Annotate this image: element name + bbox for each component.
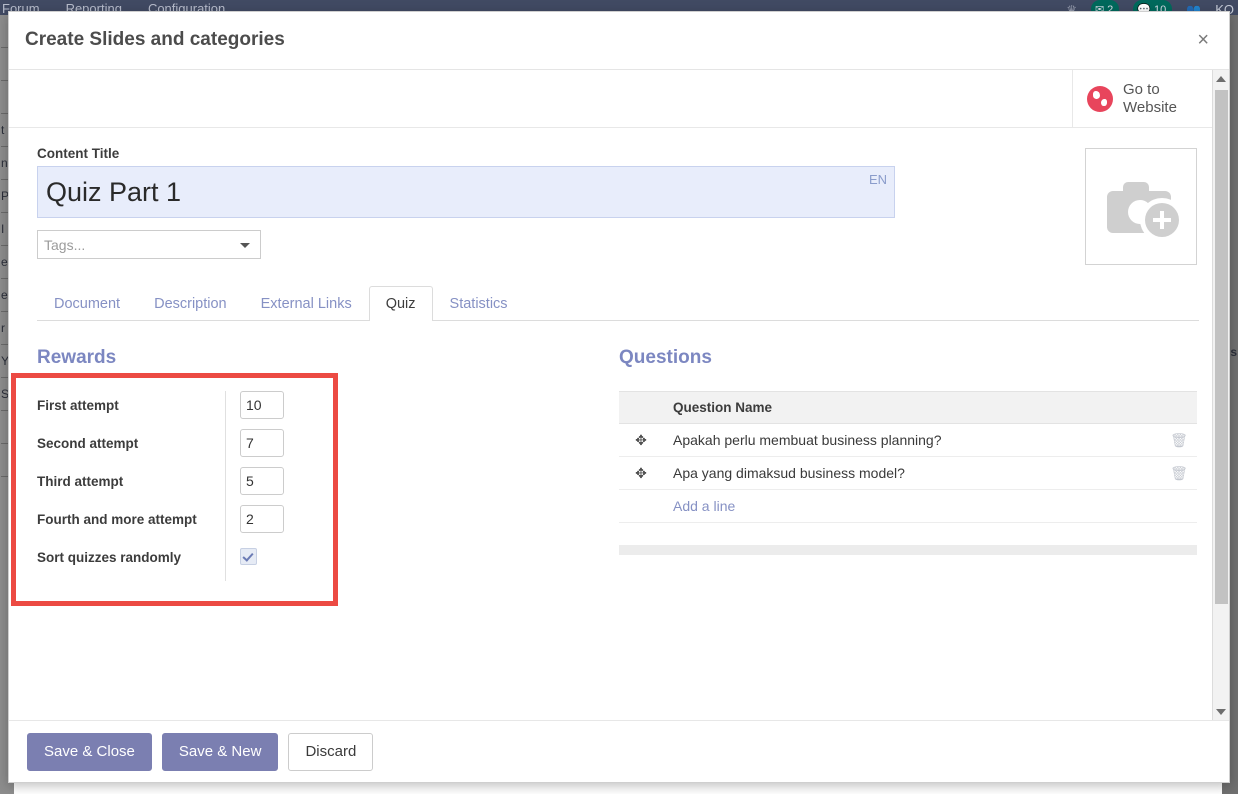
form-sheet: Content Title EN Tags... — [9, 128, 1229, 265]
sort-quizzes-randomly-label: Sort quizzes randomly — [37, 550, 182, 565]
background-column-text: s — [1230, 345, 1237, 359]
go-to-website-label: Go to Website — [1123, 80, 1177, 116]
content-title-field-wrap: EN — [37, 166, 895, 218]
fourth-attempt-field — [225, 505, 284, 543]
third-attempt-input[interactable] — [240, 467, 284, 495]
tags-placeholder: Tags... — [44, 236, 86, 253]
rewards-section: Rewards First attempt Second attempt Thi… — [37, 347, 337, 581]
discard-button[interactable]: Discard — [288, 732, 374, 771]
reward-row-third-attempt: Third attempt — [37, 467, 337, 505]
tab-quiz[interactable]: Quiz — [368, 286, 433, 321]
tab-description[interactable]: Description — [137, 286, 244, 321]
question-name-cell[interactable]: Apakah perlu membuat business planning? — [663, 423, 1161, 457]
reward-row-fourth-attempt: Fourth and more attempt — [37, 505, 337, 543]
go-to-website-button[interactable]: Go to Website — [1072, 70, 1217, 127]
add-a-line-label[interactable]: Add a line — [663, 489, 1161, 523]
third-attempt-label: Third attempt — [37, 474, 124, 489]
first-attempt-field — [225, 391, 284, 429]
fourth-attempt-input[interactable] — [240, 505, 284, 533]
trash-icon[interactable]: 🗑 — [1161, 423, 1197, 457]
scrollbar-thumb[interactable] — [1215, 90, 1228, 604]
language-indicator[interactable]: EN — [869, 172, 887, 187]
globe-icon — [1087, 85, 1113, 112]
header-handle-column — [619, 391, 663, 424]
image-upload-placeholder[interactable] — [1085, 148, 1197, 265]
content-title-label: Content Title — [37, 146, 120, 161]
sort-quizzes-randomly-field — [225, 543, 257, 581]
tab-external-links[interactable]: External Links — [244, 286, 369, 321]
save-and-close-button[interactable]: Save & Close — [27, 732, 152, 771]
create-slides-modal: Create Slides and categories × Go to Web… — [8, 11, 1230, 783]
reward-row-first-attempt: First attempt — [37, 391, 337, 429]
questions-title: Questions — [619, 347, 712, 368]
tab-document[interactable]: Document — [37, 286, 137, 321]
reward-row-sort-randomly: Sort quizzes randomly — [37, 543, 337, 581]
questions-table-footer-bar — [619, 545, 1197, 555]
second-attempt-input[interactable] — [240, 429, 284, 457]
table-row[interactable]: ✥ Apakah perlu membuat business planning… — [619, 423, 1197, 457]
tags-select[interactable]: Tags... — [37, 230, 261, 259]
sort-quizzes-randomly-checkbox[interactable] — [240, 548, 257, 565]
third-attempt-field — [225, 467, 284, 505]
modal-title: Create Slides and categories — [25, 29, 285, 50]
first-attempt-input[interactable] — [240, 391, 284, 419]
header-actions-column — [1161, 391, 1197, 424]
drag-handle-icon[interactable]: ✥ — [619, 423, 663, 457]
header-question-name: Question Name — [663, 391, 1161, 424]
questions-table-header-row: Question Name — [619, 391, 1197, 424]
question-name-cell[interactable]: Apa yang dimaksud business model? — [663, 456, 1161, 490]
drag-handle-icon[interactable]: ✥ — [619, 456, 663, 490]
fourth-attempt-label: Fourth and more attempt — [37, 512, 197, 527]
save-and-new-button[interactable]: Save & New — [161, 732, 279, 771]
reward-row-second-attempt: Second attempt — [37, 429, 337, 467]
camera-add-icon — [1107, 181, 1179, 237]
rewards-title: Rewards — [37, 347, 117, 368]
second-attempt-label: Second attempt — [37, 436, 139, 451]
content-title-input[interactable] — [37, 166, 895, 218]
chevron-down-icon — [240, 243, 250, 248]
add-a-line-row[interactable]: Add a line — [619, 489, 1197, 523]
table-row[interactable]: ✥ Apa yang dimaksud business model? 🗑 — [619, 456, 1197, 490]
second-attempt-field — [225, 429, 284, 467]
modal-body: Go to Website Content Title EN Tags... — [9, 70, 1229, 720]
questions-table: Question Name ✥ Apakah perlu membuat bus… — [619, 391, 1197, 523]
scroll-down-icon[interactable] — [1213, 703, 1229, 720]
quiz-tab-content: Rewards First attempt Second attempt Thi… — [9, 347, 1229, 581]
modal-header: Create Slides and categories × — [9, 12, 1229, 70]
tab-statistics[interactable]: Statistics — [433, 286, 525, 321]
modal-vertical-scrollbar[interactable] — [1212, 70, 1229, 720]
add-row-actions-cell — [1161, 489, 1197, 523]
close-icon[interactable]: × — [1191, 29, 1215, 51]
questions-section: Questions Question Name ✥ Apakah perlu m… — [619, 347, 1199, 581]
form-tabs: Document Description External Links Quiz… — [37, 285, 1199, 321]
first-attempt-label: First attempt — [37, 398, 119, 413]
scroll-up-icon[interactable] — [1213, 70, 1229, 87]
add-row-handle-cell — [619, 489, 663, 523]
record-statusbar: Go to Website — [9, 70, 1229, 128]
modal-footer: Save & Close Save & New Discard — [9, 720, 1229, 782]
trash-icon[interactable]: 🗑 — [1161, 456, 1197, 490]
